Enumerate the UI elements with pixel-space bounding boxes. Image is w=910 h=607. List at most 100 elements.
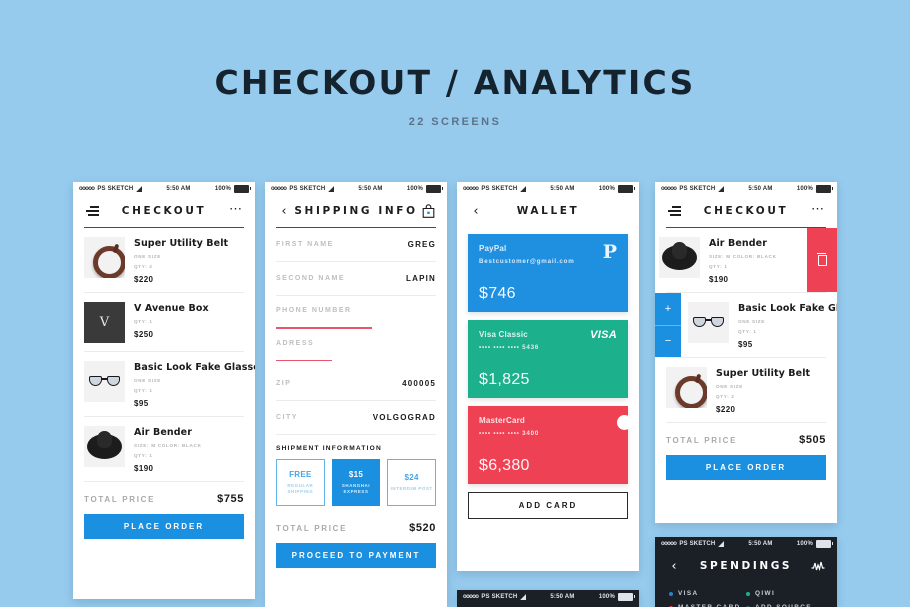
item-meta-size: ONE SIZE (716, 384, 744, 389)
place-order-button[interactable]: PLACE ORDER (84, 514, 244, 539)
battery-percent-label: 100% (214, 185, 231, 192)
shipment-option-shanghai-express[interactable]: $15 SHANGHAI EXPRESS (331, 459, 381, 507)
chevron-left-icon: ‹ (473, 203, 479, 219)
visa-logo-icon: VISA (590, 329, 617, 341)
screen-title: CHECKOUT (703, 205, 789, 217)
form-field-city[interactable]: CITY VOLGOGRAD (265, 401, 447, 434)
cart-item-row[interactable]: Basic Look Fake Glasses ONE SIZE QTY: 1 … (73, 352, 255, 416)
phone-screen-shipping: ooooo PS SKETCH ◢ 5:50 AM 100% ‹ SHIPPIN… (265, 182, 447, 607)
wallet-card-mastercard[interactable]: MasterCard •••• •••• •••• 3400 $6,380 (468, 406, 639, 484)
clock-label: 5:50 AM (550, 185, 575, 192)
page-title: CHECKOUT / ANALYTICS (214, 63, 696, 102)
cart-bag-button[interactable] (420, 203, 436, 219)
phone-screen-checkout-swipe: ooooo PS SKETCH ◢ 5:50 AM 100% CHECKOUT … (655, 182, 837, 523)
battery-percent-label: 100% (598, 593, 615, 600)
legend-dot-icon (669, 591, 673, 596)
item-meta-qty: QTY: 2 (134, 264, 153, 269)
item-price: $95 (738, 340, 753, 349)
total-label: TOTAL PRICE (666, 435, 738, 445)
item-price: $190 (134, 464, 154, 473)
clock-label: 5:50 AM (166, 185, 191, 192)
more-options-button[interactable]: ⋯ (810, 202, 826, 219)
phone-screen-spendings: ooooo PS SKETCH ◢ 5:50 AM 100% ‹ SPENDIN… (655, 537, 837, 607)
wallet-cards: PayPal Bestcustomer@gmail.com $746 P Vis… (457, 227, 639, 484)
phone-screen-checkout: ooooo PS SKETCH ◢ 5:50 AM 100% CHECKOUT … (73, 182, 255, 599)
field-label: PHONE NUMBER (276, 307, 352, 314)
item-name: Super Utility Belt (134, 238, 229, 249)
clock-label: 5:50 AM (748, 540, 773, 547)
item-meta-qty: QTY: 1 (134, 453, 153, 458)
form-field-first-name[interactable]: FIRST NAME GREG (265, 228, 447, 261)
cart-item-row[interactable]: V V Avenue Box QTY: 1 $250 (73, 293, 255, 351)
total-row: TOTAL PRICE $520 (265, 506, 447, 543)
phone-screen-dark-partial: ooooo PS SKETCH ◢ 5:50 AM 100% (457, 590, 639, 607)
navigation-bar: ‹ SPENDINGS (655, 550, 837, 582)
carrier-label: PS SKETCH (97, 185, 134, 192)
item-price: $220 (716, 405, 736, 414)
carrier-label: PS SKETCH (679, 185, 716, 192)
legend-label: QIWI (755, 590, 776, 597)
spendings-legend: VISA QIWI MASTER CARD ADD SOURCE (655, 582, 837, 607)
wallet-card-paypal[interactable]: PayPal Bestcustomer@gmail.com $746 P (468, 234, 628, 312)
carrier-label: PS SKETCH (289, 185, 326, 192)
cart-item-row-swiped-quantity[interactable]: + − Basic Look Fake Glasses ONE SIZE QTY… (655, 293, 837, 357)
increase-quantity-button[interactable]: + (655, 293, 681, 326)
glasses-thumbnail (84, 361, 125, 402)
proceed-to-payment-button[interactable]: PROCEED TO PAYMENT (276, 543, 436, 569)
back-button[interactable]: ‹ (666, 558, 682, 574)
cart-item-row[interactable]: Super Utility Belt ONE SIZE QTY: 2 $220 (73, 228, 255, 292)
card-name: PayPal (479, 244, 507, 253)
battery-icon (816, 184, 833, 193)
field-value: VOLGOGRAD (372, 413, 436, 423)
more-options-icon: ⋯ (229, 201, 243, 216)
menu-button[interactable] (84, 203, 100, 219)
card-name: MasterCard (479, 416, 526, 425)
battery-percent-label: 100% (796, 185, 813, 192)
form-field-phone-number[interactable]: PHONE NUMBER (265, 296, 447, 329)
card-detail: Bestcustomer@gmail.com (479, 258, 575, 265)
add-card-button[interactable]: ADD CARD (468, 492, 628, 519)
box-thumbnail: V (84, 302, 125, 343)
legend-item-visa[interactable]: VISA (669, 590, 746, 597)
shipment-option-regular[interactable]: FREE REGULAR SHIPPING (276, 459, 325, 507)
status-bar: ooooo PS SKETCH ◢ 5:50 AM 100% (655, 182, 837, 195)
chart-toggle-button[interactable] (810, 558, 826, 574)
item-price: $250 (134, 330, 154, 339)
more-options-button[interactable]: ⋯ (228, 201, 244, 219)
battery-percent-label: 100% (796, 540, 813, 547)
screen-title: SHIPPING INFO (294, 205, 418, 217)
quantity-stepper[interactable]: + − (655, 293, 681, 357)
form-field-second-name[interactable]: SECOND NAME LAPIN (265, 262, 447, 295)
item-meta-size: ONE SIZE (134, 378, 162, 383)
clock-label: 5:50 AM (550, 593, 575, 600)
item-meta-qty: QTY: 1 (738, 329, 757, 334)
clock-label: 5:50 AM (358, 185, 383, 192)
form-field-zip[interactable]: ZIP 400005 (265, 367, 447, 400)
form-field-adress[interactable]: ADRESS (265, 329, 447, 362)
menu-button[interactable] (666, 203, 682, 219)
card-balance: $6,380 (479, 457, 530, 474)
field-error-underline (276, 359, 332, 362)
shipment-options: FREE REGULAR SHIPPING $15 SHANGHAI EXPRE… (265, 452, 447, 507)
legend-item-qiwi[interactable]: QIWI (746, 590, 823, 597)
place-order-button[interactable]: PLACE ORDER (666, 455, 826, 480)
shipment-option-interdim-post[interactable]: $24 INTERDIM POST (387, 459, 437, 507)
cart-item-row[interactable]: Super Utility Belt ONE SIZE QTY: 2 $220 (655, 358, 837, 422)
navigation-bar: ‹ WALLET (457, 195, 639, 227)
total-value: $505 (799, 434, 826, 446)
decrease-quantity-button[interactable]: − (655, 326, 681, 358)
cart-item-row-swiped-delete[interactable]: Air Bender SIZE: M COLOR: BLACK QTY: 1 $… (655, 228, 837, 292)
total-label: TOTAL PRICE (276, 523, 348, 533)
field-value: 400005 (402, 379, 436, 389)
field-label: CITY (276, 414, 298, 422)
status-bar: ooooo PS SKETCH ◢ 5:50 AM 100% (265, 182, 447, 195)
delete-item-button[interactable] (807, 228, 837, 292)
signal-dots-icon: ooooo (79, 185, 95, 192)
card-balance: $1,825 (479, 371, 530, 388)
battery-percent-label: 100% (598, 185, 615, 192)
back-button[interactable]: ‹ (468, 203, 484, 219)
back-button[interactable]: ‹ (276, 203, 292, 219)
cart-item-row[interactable]: Air Bender SIZE: M COLOR: BLACK QTY: 1 $… (73, 417, 255, 481)
wallet-card-visa[interactable]: Visa Classic •••• •••• •••• 5436 $1,825 … (468, 320, 628, 398)
